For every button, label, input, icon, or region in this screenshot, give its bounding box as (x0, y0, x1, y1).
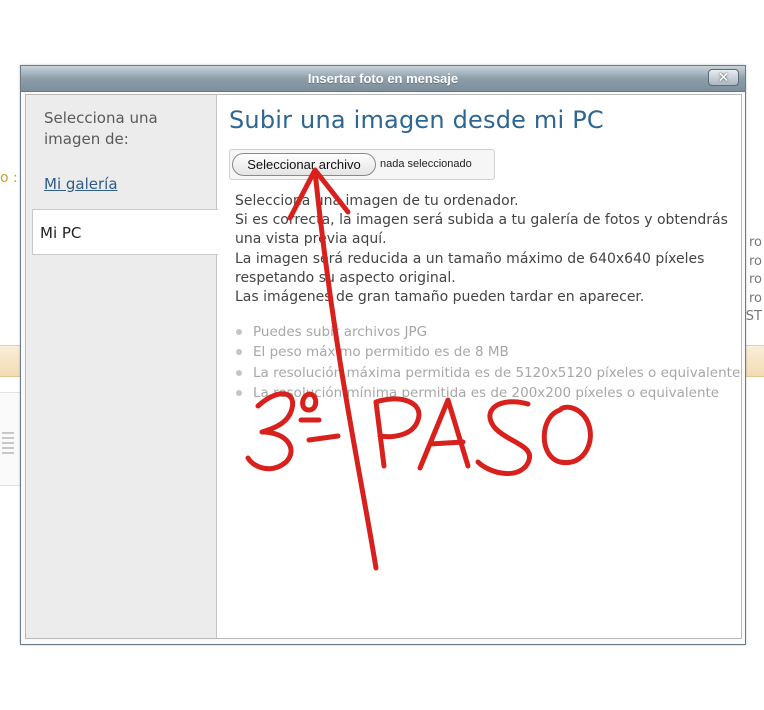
list-item: Puedes subir archivos JPG (235, 322, 740, 342)
close-button[interactable]: ✕ (708, 69, 739, 86)
upload-description: Selecciona una imagen de tu ordenador. S… (235, 192, 728, 307)
description-line: respetando su aspecto original. (235, 269, 456, 286)
background-right-column: ro ro ro ro ST (746, 234, 762, 327)
description-line: una vista previa aquí. (235, 231, 387, 248)
sidebar-item-label: Mi PC (40, 224, 82, 242)
background-text: ro (748, 253, 762, 269)
list-item: La resolución máxima permitida es de 512… (235, 363, 740, 383)
sidebar-item-mi-pc[interactable]: Mi PC (32, 209, 218, 255)
source-sidebar: Selecciona una imagen de: Mi galería Mi … (26, 95, 218, 638)
dialog-content: Selecciona una imagen de: Mi galería Mi … (25, 94, 742, 639)
sidebar-heading: Selecciona una imagen de: (44, 109, 158, 148)
background-text: ST (745, 309, 762, 324)
dialog-title: Insertar foto en mensaje (307, 71, 459, 86)
description-line: Selecciona una imagen de tu ordenador. (235, 193, 519, 209)
select-file-button[interactable]: Seleccionar archivo (232, 153, 376, 176)
close-icon: ✕ (717, 69, 730, 86)
upload-panel: Subir una imagen desde mi PC Seleccionar… (217, 95, 741, 638)
dialog-titlebar[interactable]: Insertar foto en mensaje ✕ (21, 66, 745, 92)
background-text: ro (748, 272, 762, 287)
insert-photo-dialog: Insertar foto en mensaje ✕ Selecciona un… (20, 65, 746, 645)
background-text: ro (748, 290, 762, 306)
list-item: El peso máximo permitido es de 8 MB (235, 342, 740, 362)
description-line: La imagen será reducida a un tamaño máxi… (235, 250, 705, 267)
upload-rules-list: Puedes subir archivos JPG El peso máximo… (235, 322, 740, 403)
background-lines-icon (2, 432, 14, 457)
description-line: Las imágenes de gran tamaño pueden tarda… (235, 289, 645, 306)
file-input[interactable]: Seleccionar archivo nada seleccionado (229, 149, 495, 180)
background-fragment: o : (0, 170, 18, 186)
sidebar-item-mi-galeria[interactable]: Mi galería (44, 175, 118, 193)
file-status: nada seleccionado (380, 158, 472, 170)
description-line: Si es correcta, la imagen será subida a … (235, 212, 728, 229)
page-title: Subir una imagen desde mi PC (229, 106, 604, 134)
list-item: La resolución mínima permitida es de 200… (235, 383, 740, 403)
background-text: ro (748, 235, 762, 250)
